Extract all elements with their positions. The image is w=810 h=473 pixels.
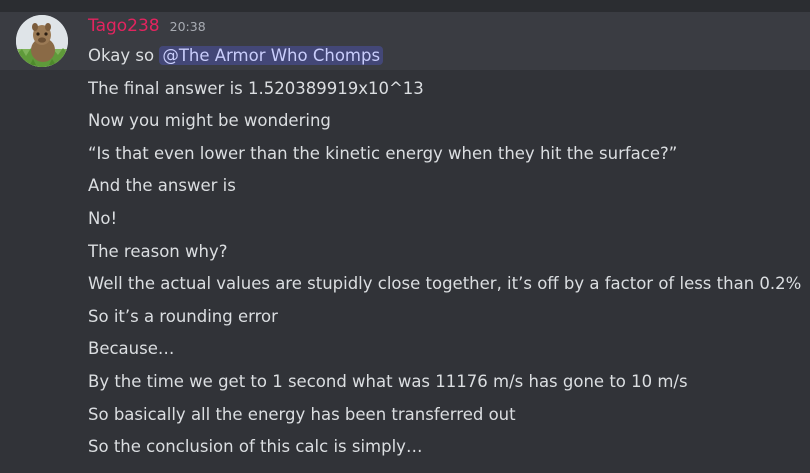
message-header: Tago238 20:38: [88, 16, 206, 38]
message-line: The reason why?: [88, 241, 228, 261]
avatar[interactable]: [16, 15, 68, 67]
message-text: Okay so: [88, 46, 160, 65]
message-line: So it’s a rounding error: [88, 306, 278, 326]
capybara-avatar-icon: [16, 15, 68, 67]
message-line: The final answer is 1.520389919x10^13: [88, 78, 424, 98]
message-line: Well the actual values are stupidly clos…: [88, 274, 802, 294]
username[interactable]: Tago238: [88, 16, 160, 36]
message-line: And the answer is: [88, 176, 236, 196]
top-strip: [0, 0, 810, 12]
user-mention[interactable]: @The Armor Who Chomps: [159, 46, 384, 65]
message-line: “Is that even lower than the kinetic ene…: [88, 143, 678, 163]
timestamp[interactable]: 20:38: [170, 19, 206, 34]
message-line: Because…: [88, 339, 175, 359]
message-line: So basically all the energy has been tra…: [88, 404, 516, 424]
message-line: No!: [88, 208, 118, 228]
message-line-mention: Okay so @The Armor Who Chomps: [88, 40, 810, 73]
message-line: Now you might be wondering: [88, 111, 331, 131]
message-line: By the time we get to 1 second what was …: [88, 371, 688, 391]
message-content: Okay so @The Armor Who Chomps The final …: [88, 40, 810, 464]
message-line: So the conclusion of this calc is simply…: [88, 437, 423, 457]
